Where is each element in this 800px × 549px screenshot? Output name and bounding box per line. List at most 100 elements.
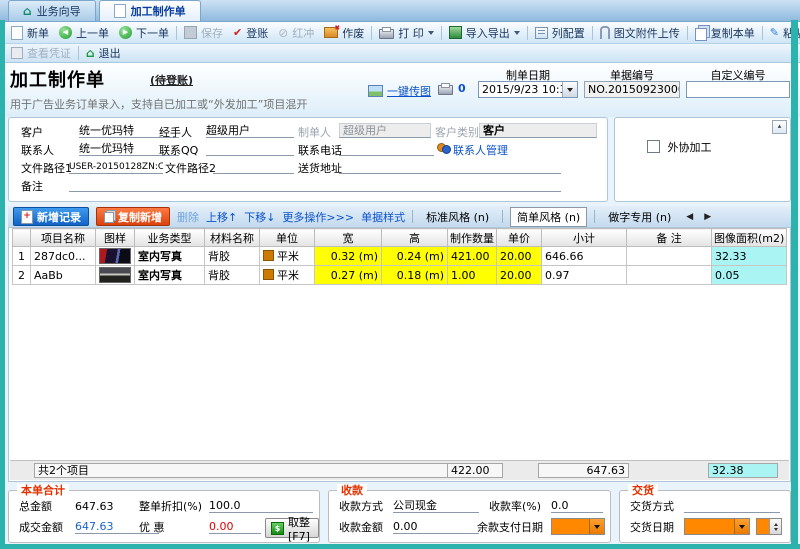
delivery-time-spinner[interactable] (756, 518, 782, 535)
cell-subtotal[interactable]: 646.66 (541, 246, 627, 266)
doc-style-link[interactable]: 单据样式 (361, 209, 405, 225)
cell-item-name[interactable]: 287dc0... (30, 246, 96, 266)
move-down-link[interactable]: 下移↓ (244, 209, 275, 225)
qq-label: 联系QQ (159, 144, 199, 157)
view-voucher-button[interactable]: 查看凭证 (6, 44, 76, 62)
delivery-date-select[interactable] (684, 518, 750, 535)
cell-price[interactable]: 20.00 (496, 246, 542, 266)
import-export-button[interactable]: 导入导出 (444, 24, 525, 42)
address-field[interactable] (339, 160, 561, 174)
col-height[interactable]: 高 (381, 228, 448, 247)
cell-unit[interactable]: 平米 (259, 246, 315, 266)
cell-remark[interactable] (626, 246, 712, 266)
prev-order-button[interactable]: ◀ 上一单 (54, 24, 114, 42)
total-label: 总金额 (19, 500, 52, 513)
round-button[interactable]: $ 取整[F7] (265, 516, 319, 543)
delete-link[interactable]: 删除 (177, 209, 199, 225)
style-tab-lettering[interactable]: 做字专用 (n) (602, 208, 677, 226)
attachment-upload-button[interactable]: 图文附件上传 (595, 24, 685, 42)
cell-image[interactable] (95, 265, 135, 285)
red-flush-button[interactable]: ⊘ 红冲 (273, 24, 319, 42)
table-row[interactable]: 1 287dc0... 室内写真 背胶 平米 0.32 (m) 0.24 (m)… (12, 246, 788, 266)
payment-amount-field[interactable]: 0.00 (393, 520, 479, 534)
path1-field[interactable]: USER-20150128ZN:C:\V (69, 160, 163, 174)
cell-subtotal[interactable]: 0.97 (541, 265, 627, 285)
collapse-button[interactable] (772, 120, 787, 134)
style-tab-standard[interactable]: 标准风格 (n) (420, 208, 495, 226)
cell-price[interactable]: 20.00 (496, 265, 542, 285)
col-unit[interactable]: 单位 (259, 228, 315, 247)
move-up-link[interactable]: 上移↑ (206, 209, 237, 225)
cell-qty[interactable]: 421.00 (447, 246, 497, 266)
void-button[interactable]: 作废 (319, 24, 369, 42)
column-config-button[interactable]: 列配置 (530, 24, 590, 42)
register-account-button[interactable]: ✔ 登账 (228, 24, 273, 42)
handler-field[interactable]: 超级用户 (206, 124, 294, 138)
payment-rate-field[interactable]: 0.0 (551, 499, 603, 513)
table-row[interactable]: 2 AaBb 室内写真 背胶 平米 0.27 (m) 0.18 (m) 1.00… (12, 265, 788, 285)
outsourcing-checkbox[interactable] (647, 140, 660, 153)
phone-field[interactable] (339, 142, 434, 156)
style-tab-simple[interactable]: 简单风格 (n) (510, 206, 588, 227)
pref-label: 优 惠 (139, 521, 165, 534)
cell-qty[interactable]: 1.00 (447, 265, 497, 285)
print-count-widget[interactable]: 0 (438, 82, 466, 95)
spinner-buttons[interactable] (769, 519, 781, 534)
new-order-button[interactable]: 新单 (6, 24, 54, 42)
dropdown-button[interactable] (734, 519, 749, 534)
copy-add-button[interactable]: 复制新增 (96, 207, 170, 226)
pref-field[interactable]: 0.00 (209, 520, 261, 534)
col-image[interactable]: 图样 (95, 228, 135, 247)
col-item-name[interactable]: 项目名称 (30, 228, 96, 247)
outsourcing-option[interactable]: 外协加工 (647, 140, 712, 154)
cell-height[interactable]: 0.24 (m) (381, 246, 448, 266)
print-button[interactable]: 打 印 (374, 24, 439, 42)
col-material[interactable]: 材料名称 (204, 228, 260, 247)
custom-no-field[interactable] (686, 81, 790, 98)
add-record-button[interactable]: + 新增记录 (13, 207, 89, 226)
select-value (552, 519, 589, 534)
cell-area[interactable]: 0.05 (710, 265, 788, 285)
date-dropdown-button[interactable] (562, 82, 577, 97)
scroll-right-icon[interactable]: ▶ (702, 212, 713, 222)
cell-unit[interactable]: 平米 (259, 265, 315, 285)
cell-material[interactable]: 背胶 (204, 246, 260, 266)
col-remark[interactable]: 备 注 (626, 228, 712, 247)
save-button[interactable]: 保存 (179, 24, 228, 42)
tab-business-wizard[interactable]: ⌂ 业务向导 (8, 0, 96, 21)
cell-item-name[interactable]: AaBb (30, 265, 96, 285)
cell-height[interactable]: 0.18 (m) (381, 265, 448, 285)
payment-method-field[interactable]: 公司现金 (393, 499, 479, 513)
col-width[interactable]: 宽 (314, 228, 382, 247)
contact-manager-link[interactable]: 联系人管理 (453, 144, 508, 157)
balance-date-select[interactable] (551, 518, 605, 535)
doc-date-field[interactable]: 2015/9/23 10:31:18 (478, 81, 578, 98)
exit-button[interactable]: ⌂ 退出 (81, 44, 126, 62)
discount-field[interactable]: 100.0 (209, 499, 313, 513)
more-actions-link[interactable]: 更多操作>>> (282, 209, 354, 225)
cell-width[interactable]: 0.27 (m) (314, 265, 382, 285)
cell-image[interactable] (95, 246, 135, 266)
remark-field[interactable] (69, 178, 561, 192)
cell-business-type[interactable]: 室内写真 (134, 265, 205, 285)
cell-width[interactable]: 0.32 (m) (314, 246, 382, 266)
customer-type-field[interactable]: 客户 (479, 123, 597, 138)
tab-processing-order[interactable]: 加工制作单 (98, 0, 201, 21)
col-price[interactable]: 单价 (496, 228, 542, 247)
cell-remark[interactable] (626, 265, 712, 285)
cell-area[interactable]: 32.33 (710, 246, 788, 266)
copy-order-button[interactable]: 复制本单 (690, 24, 760, 42)
one-key-upload-link[interactable]: 一键传图 (368, 83, 431, 99)
delivery-method-field[interactable] (684, 499, 780, 513)
col-subtotal[interactable]: 小计 (541, 228, 627, 247)
next-order-button[interactable]: ▶ 下一单 (114, 24, 174, 42)
qq-field[interactable] (206, 142, 294, 156)
scroll-left-icon[interactable]: ◀ (684, 212, 695, 222)
col-qty[interactable]: 制作数量 (447, 228, 497, 247)
cell-material[interactable]: 背胶 (204, 265, 260, 285)
dropdown-button[interactable] (589, 519, 604, 534)
col-area[interactable]: 图像面积(m2) (710, 228, 788, 247)
path2-field[interactable] (213, 160, 294, 174)
col-business-type[interactable]: 业务类型 (134, 228, 205, 247)
cell-business-type[interactable]: 室内写真 (134, 246, 205, 266)
